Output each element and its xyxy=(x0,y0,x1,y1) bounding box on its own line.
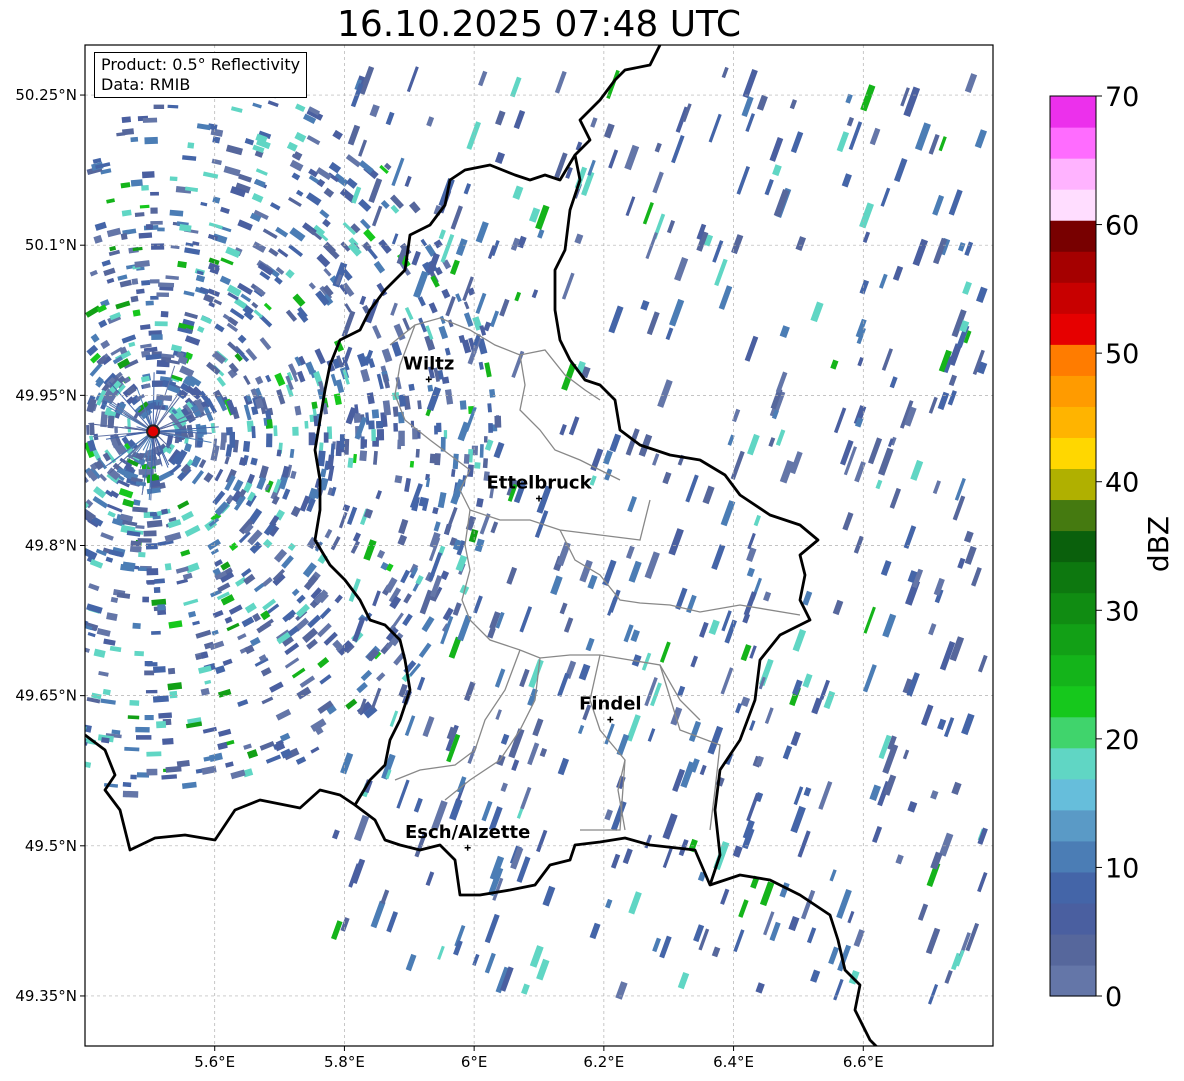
colorbar-segment xyxy=(1050,933,1096,966)
colorbar-segment xyxy=(1050,902,1096,935)
colorbar-segment xyxy=(1050,685,1096,718)
colorbar-tick-label: 20 xyxy=(1105,725,1139,756)
colorbar-tick-label: 30 xyxy=(1105,596,1139,627)
colorbar-tick-label: 70 xyxy=(1105,82,1139,113)
city-label: Esch/Alzette xyxy=(405,822,530,843)
product-info-box: Product: 0.5° Reflectivity Data: RMIB xyxy=(94,52,308,98)
colorbar-segment xyxy=(1050,468,1096,501)
colorbar-tick-label: 50 xyxy=(1105,339,1139,370)
colorbar-tick-label: 40 xyxy=(1105,468,1139,499)
colorbar-segment xyxy=(1050,840,1096,873)
colorbar-tick-label: 0 xyxy=(1105,982,1122,1013)
colorbar-segment xyxy=(1050,437,1096,470)
colorbar-tick-label: 60 xyxy=(1105,211,1139,242)
colorbar-segment xyxy=(1050,747,1096,780)
lat-tick-label: 49.35°N xyxy=(15,987,77,1005)
city-label: Wiltz xyxy=(403,353,454,374)
colorbar-segment xyxy=(1050,716,1096,749)
lat-tick-label: 49.8°N xyxy=(25,537,77,555)
radar-site-marker[interactable] xyxy=(146,424,161,439)
colorbar-segment xyxy=(1050,127,1096,159)
lon-tick-label: 5.8°E xyxy=(324,1053,365,1071)
lon-tick-label: 5.6°E xyxy=(194,1053,235,1071)
colorbar-segment xyxy=(1050,871,1096,904)
colorbar-segment xyxy=(1050,592,1096,625)
colorbar-segment xyxy=(1050,158,1096,190)
colorbar-segment xyxy=(1050,623,1096,656)
colorbar-segment xyxy=(1050,344,1096,376)
lat-tick-label: 49.95°N xyxy=(15,386,77,404)
lon-tick-label: 6.6°E xyxy=(843,1053,884,1071)
data-source-label: Data: RMIB xyxy=(101,75,191,94)
colorbar-segment xyxy=(1050,654,1096,687)
lat-tick-label: 49.5°N xyxy=(25,837,77,855)
colorbar-label: dBZ xyxy=(1142,516,1175,572)
colorbar-segment xyxy=(1050,251,1096,283)
colorbar-segment xyxy=(1050,96,1096,128)
colorbar-tick-label: 10 xyxy=(1105,853,1139,884)
colorbar-segment xyxy=(1050,406,1096,438)
colorbar-segment xyxy=(1050,561,1096,594)
product-label: Product: 0.5° Reflectivity xyxy=(101,55,301,74)
lat-tick-label: 50.1°N xyxy=(25,236,77,254)
colorbar-segment xyxy=(1050,375,1096,407)
colorbar-segment xyxy=(1050,313,1096,345)
colorbar-segment xyxy=(1050,964,1096,997)
lon-tick-label: 6°E xyxy=(461,1053,488,1071)
colorbar-segment xyxy=(1050,530,1096,563)
colorbar: 0 10 20 30 40 50 60 70 dBZ xyxy=(1049,82,1175,1013)
lat-tick-label: 50.25°N xyxy=(15,86,77,104)
colorbar-segment xyxy=(1050,778,1096,811)
radar-map[interactable]: Wiltz Ettelbruck Findel Esch/Alzette 5.6°E 5… xyxy=(0,0,1184,1081)
colorbar-segment xyxy=(1050,282,1096,314)
colorbar-segment xyxy=(1050,220,1096,252)
lon-tick-label: 6.2°E xyxy=(583,1053,624,1071)
city-label: Findel xyxy=(579,694,642,715)
colorbar-segment xyxy=(1050,809,1096,842)
city-label: Ettelbruck xyxy=(486,472,592,493)
lon-tick-label: 6.4°E xyxy=(713,1053,754,1071)
lat-tick-label: 49.65°N xyxy=(15,687,77,705)
colorbar-segment xyxy=(1050,189,1096,221)
colorbar-segment xyxy=(1050,499,1096,532)
